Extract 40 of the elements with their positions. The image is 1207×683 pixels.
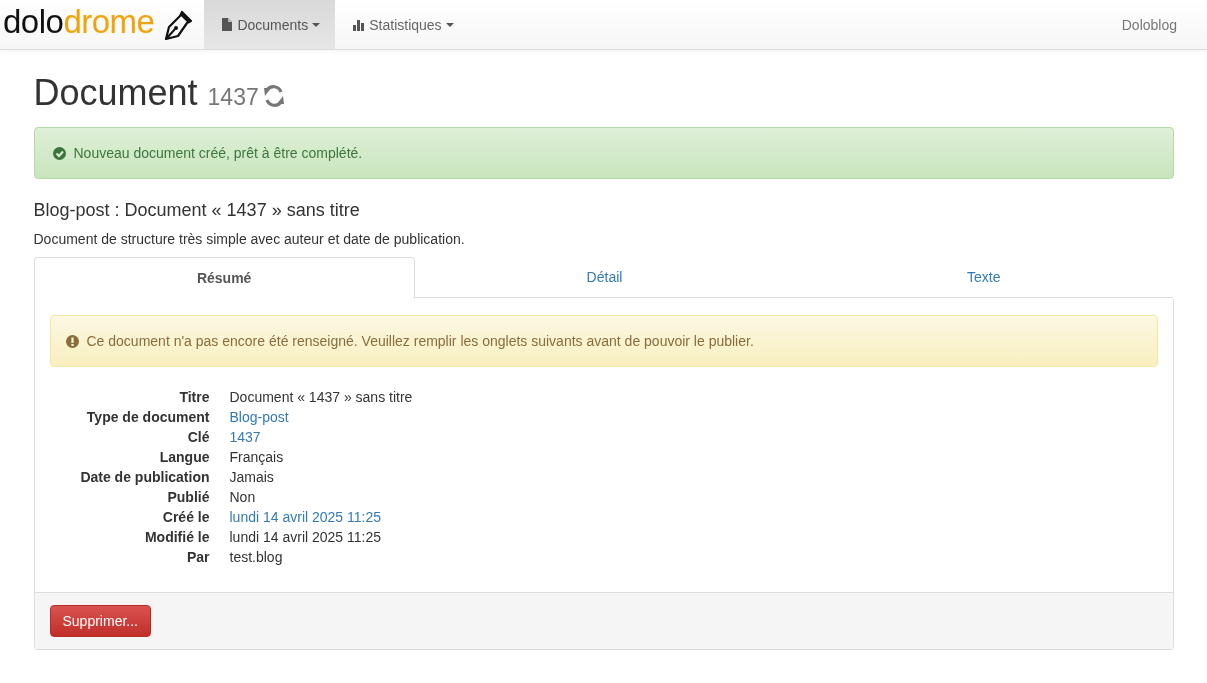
field-label: Date de publication [79,468,210,487]
nav-link[interactable]: Doloblog [1106,0,1207,49]
tab[interactable]: Résumé [33,257,415,299]
field-value: test.blog [229,549,283,565]
caret-icon [445,22,454,27]
document-description: Document de structure très simple avec auteur et date de publication. [33,231,466,247]
field-value: Document « 1437 » sans titre [229,389,413,405]
check-circle-icon [52,146,66,160]
field-label: Clé [186,428,210,447]
field-value: Français [229,449,284,465]
field-link[interactable]: lundi 14 avril 2025 11:25 [229,509,382,525]
refresh-icon[interactable] [262,84,285,108]
fountain-pen-icon [162,8,195,41]
document-icon [222,18,233,31]
document-subtitle: Blog-post : Document « 1437 » sans titre [33,200,361,221]
menu-dropdown[interactable]: Documents [204,0,336,49]
document-number: 1437 [207,84,259,111]
logo-text[interactable]: dolodrome [3,5,155,38]
field-label: Par [185,548,210,567]
field-link[interactable]: Blog-post [229,409,289,425]
caret-icon [312,22,321,27]
field-label: Publié [166,488,210,507]
alert-message: Nouveau document créé, prêt à être complété. [73,145,363,161]
bar-chart-icon [353,18,365,31]
menu-dropdown[interactable]: Statistiques [335,0,469,49]
exclamation-circle-icon [65,334,79,348]
delete-button[interactable]: Supprimer... [49,605,151,637]
field-label: Type de document [85,408,210,427]
field-label: Titre [178,388,210,407]
field-label: Modifié le [143,528,210,547]
field-value: Non [229,489,256,505]
field-label: Créé le [161,508,210,527]
field-value: Jamais [229,469,274,485]
field-value: lundi 14 avril 2025 11:25 [229,529,382,545]
tab[interactable]: Texte [794,257,1174,298]
alert-message: Ce document n'a pas encore été renseigné. Veuillez remplir les onglets suivants avant de pouvoir le publier. [86,333,754,349]
tab[interactable]: Détail [414,257,795,298]
field-label: Langue [158,448,210,467]
field-link[interactable]: 1437 [229,429,261,445]
page-title: Document [33,72,198,114]
